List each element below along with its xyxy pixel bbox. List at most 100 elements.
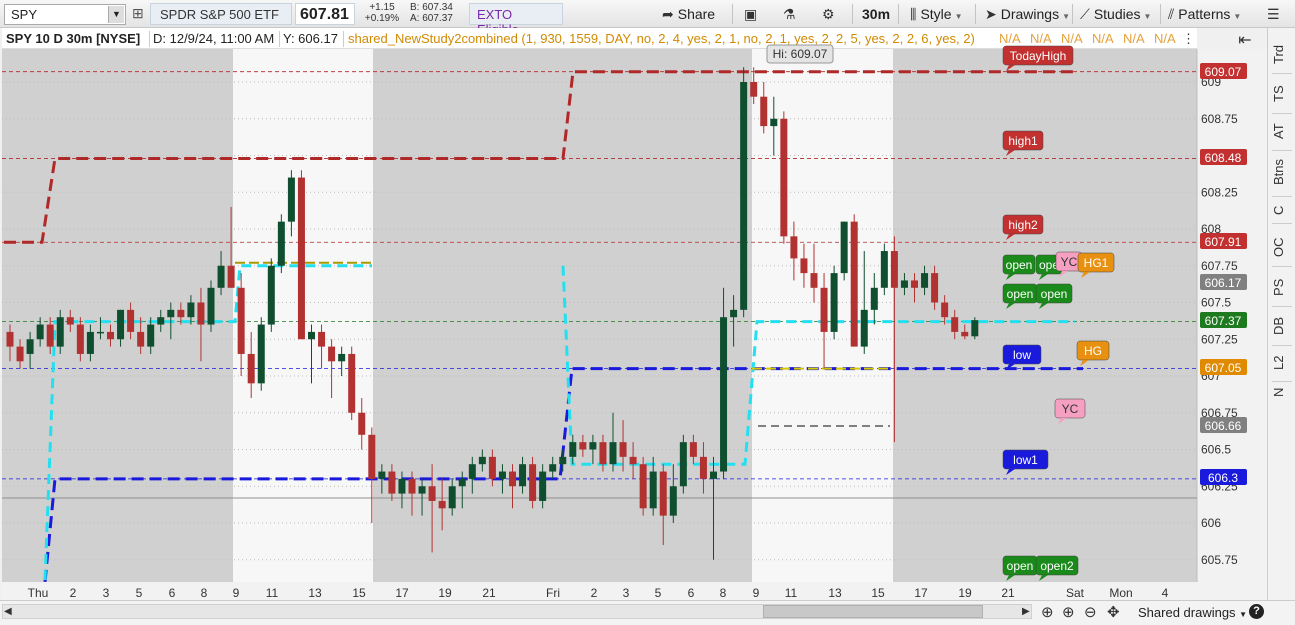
candle-body [689,442,697,457]
timeframe-button[interactable]: 30m [862,3,890,25]
zoom-out-icon[interactable]: ⊖ [1084,603,1097,621]
sidebar-tab-ps[interactable]: PS [1271,271,1293,303]
candle-body [86,331,94,354]
sidebar-divider [1272,113,1292,114]
menu-button[interactable]: ☰ [1267,3,1284,25]
chevron-down-icon: ▼ [1143,12,1152,21]
candle-body [96,331,104,334]
collapse-panel-icon[interactable]: ⇤ [1232,30,1258,49]
candle-body [740,82,748,310]
time-tick-label: Thu [28,586,49,600]
help-icon[interactable]: ? [1249,604,1264,619]
shared-drawings-label[interactable]: Shared drawings ▼ [1138,605,1247,620]
sidebar-tab-oc[interactable]: OC [1271,231,1293,263]
candle-body [669,486,677,516]
candle [187,295,195,325]
scroll-right-icon[interactable]: ▶ [1022,606,1030,617]
price-chart[interactable]: TodayHighhigh1high2open ope YC HG1open openl… [0,0,1295,625]
more-icon[interactable]: ⋮ [1182,31,1195,47]
candle-body [890,251,898,288]
sidebar-tab-c[interactable]: C [1271,200,1293,220]
candle [157,309,165,332]
zoom-in-icon[interactable]: ⊕ [1062,603,1075,621]
candle [318,324,326,369]
candle-body [639,464,647,509]
candle [468,456,476,494]
bubble-pointer [1006,274,1015,280]
settings-button[interactable]: ⚙ [822,3,839,25]
scroll-left-icon[interactable]: ◀ [4,606,12,617]
candle [86,324,94,362]
crosshair-zoom-icon[interactable]: ⊕ [1041,603,1054,621]
candle [529,456,537,509]
change-percent: +0.19% [364,13,400,24]
candle-body [297,177,305,340]
bubble-label: YC [1062,402,1079,416]
flask-button[interactable]: ⚗ [783,3,800,25]
study-bubble: open [1002,555,1038,581]
study-label[interactable]: shared_NewStudy2combined (1, 930, 1559, … [348,31,975,46]
bubble-label: low1 [1013,453,1038,467]
share-button[interactable]: ➦ Share [662,3,715,25]
price-label: 606.3 [1200,469,1247,485]
candle [770,96,778,156]
study-bubble: ope [1035,254,1063,280]
candle [76,317,84,362]
price-label-box [1200,312,1247,328]
sidebar-tab-ts[interactable]: TS [1271,78,1293,110]
price-label-box [1200,149,1247,165]
price-label: 606.17 [1200,274,1247,290]
sidebar-divider [1272,196,1292,197]
time-tick-label: 4 [1162,586,1169,600]
sidebar-tab-trd[interactable]: Trd [1271,38,1293,70]
sidebar-tab-db[interactable]: DB [1271,310,1293,342]
bubble-label: HG [1084,344,1102,358]
candles-icon: ⫼ [910,6,917,22]
sidebar-tab-btns[interactable]: Btns [1271,151,1293,193]
bubble-label: open2 [1040,559,1074,573]
sidebar-tab-n[interactable]: N [1271,380,1293,404]
candle-body [16,346,24,362]
main-toolbar: SPY ▼ ⊞ SPDR S&P 500 ETF 607.81 +1.15 +0… [0,0,1295,37]
price-label: 609.07 [1200,63,1247,79]
bubble-label: high1 [1008,134,1038,148]
link-icon[interactable]: ⊞ [132,5,144,22]
candle-body [498,471,506,479]
candle [619,420,627,472]
candle-body [448,486,456,509]
bubble-label: YC [1061,255,1078,269]
study-na-value: N/A [1123,31,1145,46]
sidebar-tab-at[interactable]: AT [1271,115,1293,147]
candle-body [277,221,285,266]
timeframe-label: 30m [862,6,891,22]
symbol-input[interactable]: SPY ▼ [4,4,126,25]
chart-info-bar: SPY 10 D 30m [NYSE] D: 12/9/24, 11:00 AM… [2,28,1197,49]
studies-button[interactable]: ⟋ Studies ▼ [1080,3,1151,25]
candle [971,317,979,340]
candle [308,324,315,384]
price-label-text: 607.37 [1205,314,1242,328]
candle [679,434,687,494]
time-tick-label: 9 [753,586,760,600]
study-bubble: high2 [1002,214,1044,240]
candle-body [428,486,436,501]
candle [559,449,567,472]
candle [66,309,74,332]
candle [428,464,436,553]
drawings-button[interactable]: ➤ Drawings ▼ [985,3,1070,25]
bubble-box [1002,214,1044,235]
patterns-button[interactable]: ⫽ Patterns ▼ [1168,3,1241,25]
price-label: 606.66 [1200,417,1247,433]
time-tick-label: 13 [828,586,842,600]
candle-body [46,324,54,347]
bubble-box [1054,398,1086,419]
patterns-label: Patterns [1178,6,1231,22]
style-button[interactable]: ⫼ Style ▼ [910,3,963,25]
symbol-dropdown-icon[interactable]: ▼ [108,6,124,23]
sidebar-tab-l2[interactable]: L2 [1271,348,1293,378]
bubble-box [1035,254,1063,275]
pan-icon[interactable]: ✥ [1107,603,1120,621]
candle-body [117,309,125,340]
scrollbar-thumb[interactable] [763,605,983,618]
snapshot-button[interactable]: ▣ [744,3,761,25]
